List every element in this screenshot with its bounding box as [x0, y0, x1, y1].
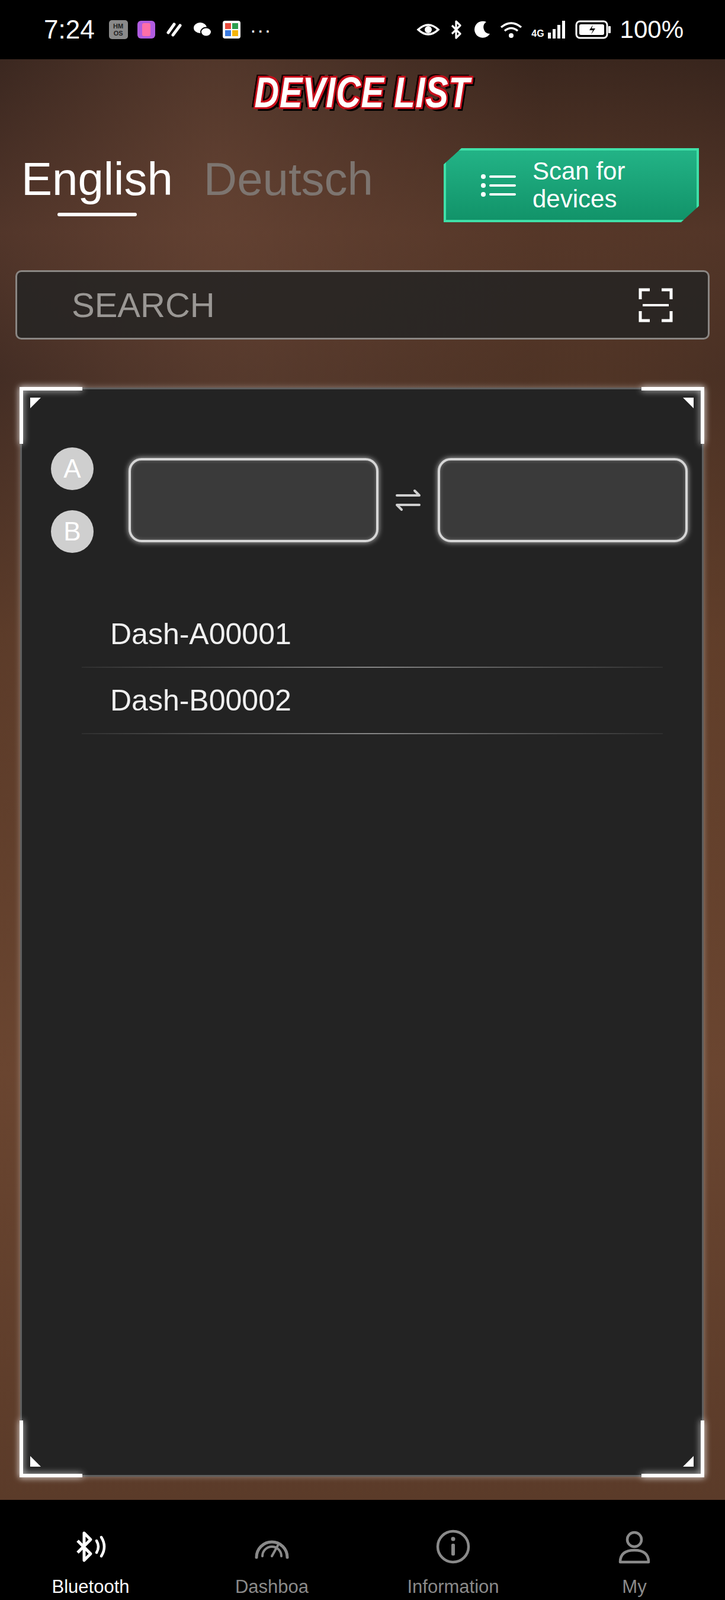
nav-item[interactable]: Dashboa — [181, 1499, 363, 1600]
slot-badge[interactable]: A — [50, 447, 94, 490]
nav-label: My — [621, 1575, 647, 1597]
scan-label: Scan for devices — [532, 157, 651, 213]
device-name: Dash-A00001 — [110, 616, 292, 651]
nav-item[interactable]: Information — [362, 1499, 544, 1600]
link-icon — [164, 19, 184, 40]
corner-mark — [682, 1455, 694, 1466]
corner-bracket — [641, 386, 705, 444]
corner-mark — [30, 1455, 41, 1466]
language-tab[interactable]: Deutsch — [203, 154, 374, 217]
swap-icon[interactable] — [393, 485, 423, 515]
nav-label: Information — [406, 1575, 499, 1597]
language-label: Deutsch — [203, 154, 374, 205]
device-slot[interactable] — [437, 457, 688, 542]
nav-item[interactable]: My — [543, 1499, 725, 1600]
scan-code-icon[interactable] — [637, 287, 674, 323]
more-indicator: ··· — [249, 18, 272, 42]
network-type: 4G — [531, 28, 544, 40]
list-icon — [480, 172, 518, 199]
tab-underline — [248, 212, 329, 217]
device-name: Dash-B00002 — [110, 682, 292, 718]
scan-button[interactable]: Scan for devices — [443, 148, 699, 223]
device-row[interactable]: Dash-B00002 — [81, 667, 663, 734]
device-row[interactable]: Dash-A00001 — [81, 601, 663, 668]
dashboard-icon — [251, 1527, 293, 1565]
search-bar — [15, 270, 710, 340]
battery-icon — [575, 19, 612, 40]
info-icon — [432, 1527, 474, 1565]
nav-label: Dashboa — [235, 1575, 309, 1597]
page-title: DEVICE LIST — [254, 68, 471, 117]
status-bar: 7:24 HM OS ··· 4G 100% — [0, 0, 725, 60]
tab-underline — [57, 212, 137, 217]
corner-bracket — [19, 386, 83, 444]
corner-mark — [30, 397, 41, 409]
device-list: Dash-A00001 Dash-B00002 — [81, 601, 663, 734]
search-input[interactable] — [71, 278, 627, 331]
signal-icon — [546, 19, 567, 40]
user-icon — [614, 1527, 655, 1565]
slot-badges: AB — [50, 447, 94, 553]
corner-bracket — [19, 1419, 83, 1477]
battery-level: 100% — [620, 15, 684, 44]
hm-badge: HM OS — [108, 20, 128, 40]
language-label: English — [21, 154, 173, 205]
wifi-icon — [499, 20, 524, 40]
nav-item[interactable]: Bluetooth — [0, 1499, 182, 1600]
bottom-nav: Bluetooth Dashboa Information My — [0, 1499, 725, 1600]
bluetooth-icon — [448, 19, 464, 40]
moon-icon — [472, 19, 492, 40]
grid-app-icon — [221, 19, 242, 40]
nav-label: Bluetooth — [52, 1575, 130, 1597]
bluetooth-icon — [70, 1527, 111, 1565]
app-icon — [136, 19, 157, 40]
language-tab[interactable]: English — [21, 154, 173, 217]
eye-icon — [416, 20, 441, 40]
main-area: DEVICE LIST English Deutsch Scan for device… — [0, 59, 725, 1500]
slot-badge[interactable]: B — [50, 509, 94, 553]
wechat-icon — [191, 19, 214, 40]
clock: 7:24 — [43, 14, 95, 45]
language-tabs: English Deutsch — [21, 154, 374, 217]
corner-bracket — [641, 1419, 705, 1477]
device-slot[interactable] — [128, 457, 379, 542]
corner-mark — [682, 397, 694, 409]
device-panel: AB Dash-A00001 Dash-B00002 — [20, 387, 704, 1477]
